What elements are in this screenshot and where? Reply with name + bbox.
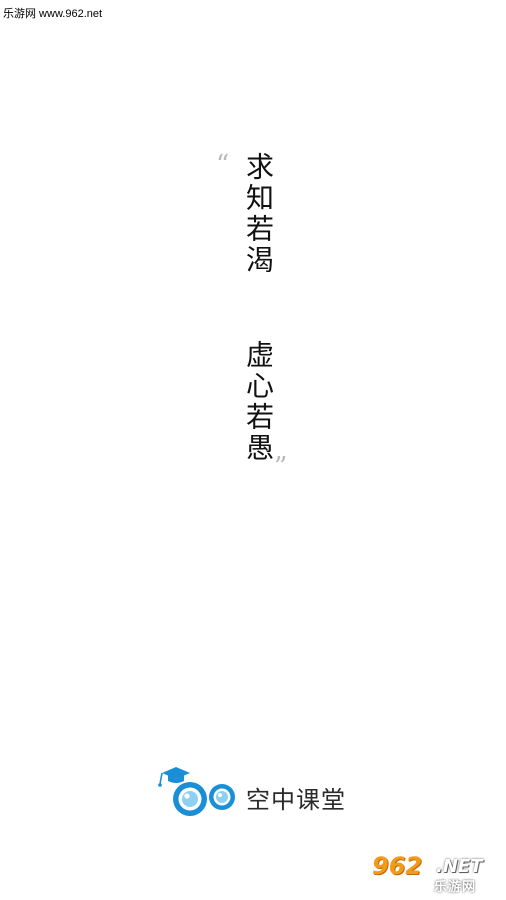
motto-line-1: 求知若渴	[242, 152, 275, 276]
watermark-number: 962	[372, 852, 423, 880]
site-watermark-top: 乐游网 www.962.net	[3, 8, 103, 20]
app-logo: 空中课堂	[156, 764, 356, 820]
motto-line-2: 虚心若愚	[242, 340, 275, 464]
open-quote-mark: “	[216, 150, 230, 180]
site-watermark-bottom: 962 .NET 乐游网	[366, 852, 500, 895]
close-quote-mark: ”	[274, 452, 288, 482]
watermark-chinese: 乐游网	[434, 880, 477, 895]
app-name: 空中课堂	[246, 786, 346, 814]
owl-graduation-cap-icon	[158, 767, 235, 816]
watermark-net: .NET	[436, 856, 483, 877]
